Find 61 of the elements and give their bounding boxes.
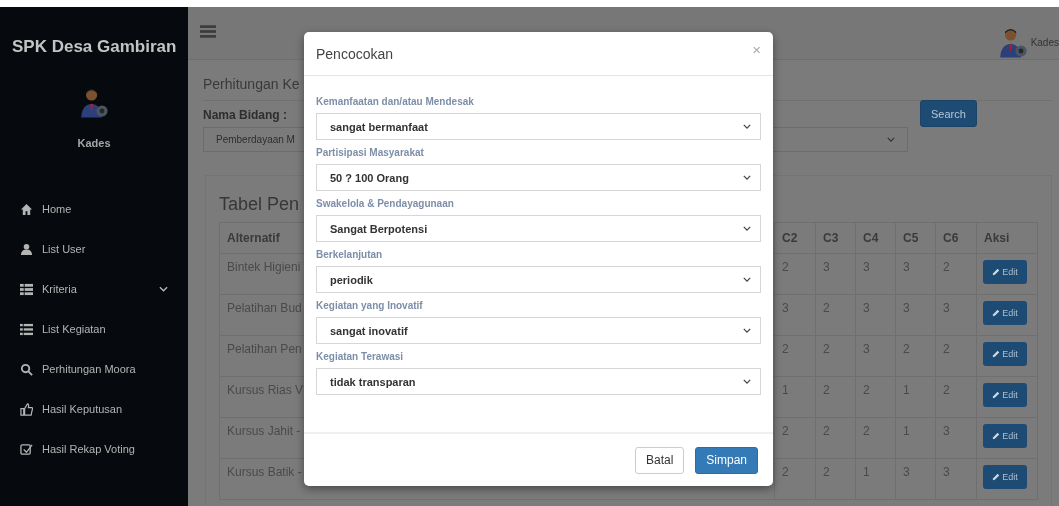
chevron-down-icon xyxy=(743,328,751,333)
user-icon xyxy=(20,242,33,256)
pencil-icon xyxy=(992,268,1001,276)
pencil-icon xyxy=(992,350,1001,358)
pencil-icon xyxy=(992,473,1001,481)
chevron-down-icon xyxy=(743,379,751,384)
edit-button[interactable]: Edit xyxy=(983,301,1027,325)
table-title: Tabel Pen xyxy=(219,194,300,215)
edit-button[interactable]: Edit xyxy=(983,465,1027,489)
modal-title: Pencocokan xyxy=(316,45,394,62)
chevron-down-icon xyxy=(159,286,168,292)
list-icon xyxy=(20,322,33,336)
nav-item[interactable]: Hasil Rekap Voting xyxy=(0,429,188,469)
chevron-down-icon xyxy=(743,277,751,282)
field-label: Partisipasi Masyarakat xyxy=(316,147,425,158)
nav-item[interactable]: List User xyxy=(0,229,188,269)
pencil-icon xyxy=(992,391,1001,399)
nav-item[interactable]: Perhitungan Moora xyxy=(0,349,188,389)
select-field[interactable]: tidak transparan xyxy=(316,368,761,395)
field-label: Swakelola & Pendayagunaan xyxy=(316,198,455,209)
edit-button[interactable]: Edit xyxy=(983,424,1027,448)
column-header: Aksi xyxy=(977,223,1038,254)
search-button[interactable]: Search xyxy=(920,100,977,127)
edit-button[interactable]: Edit xyxy=(983,342,1027,366)
pencil-icon xyxy=(992,432,1001,440)
table-icon xyxy=(20,282,33,296)
select-field[interactable]: sangat bermanfaat xyxy=(316,113,761,140)
checkbox-icon xyxy=(20,442,33,456)
chevron-down-icon xyxy=(743,124,751,129)
user-name: Kades xyxy=(77,137,111,149)
select-field[interactable]: Sangat Berpotensi xyxy=(316,215,761,242)
thumbs-up-icon xyxy=(20,402,33,416)
column-header: C2 xyxy=(775,223,816,254)
field-label: Nama Bidang : xyxy=(203,108,288,122)
chevron-down-icon xyxy=(743,175,751,180)
user-avatar-icon xyxy=(78,87,110,119)
column-header: C3 xyxy=(816,223,856,254)
edit-button[interactable]: Edit xyxy=(983,383,1027,407)
select-field[interactable]: 50 ? 100 Orang xyxy=(316,164,761,191)
home-icon xyxy=(20,202,33,216)
column-header: C5 xyxy=(896,223,936,254)
field-label: Kegiatan yang Inovatif xyxy=(316,300,424,311)
select-field[interactable]: periodik xyxy=(316,266,761,293)
column-header: C4 xyxy=(856,223,896,254)
nav-item[interactable]: Kriteria xyxy=(0,269,188,309)
search-icon xyxy=(20,362,33,376)
save-button[interactable]: Simpan xyxy=(695,446,758,474)
edit-button[interactable]: Edit xyxy=(983,260,1027,284)
cancel-button[interactable]: Batal xyxy=(634,446,685,474)
menu-icon[interactable] xyxy=(200,25,216,38)
nav-item[interactable]: Hasil Keputusan xyxy=(0,389,188,429)
field-label: Kegiatan Terawasi xyxy=(316,351,405,362)
nav-item[interactable]: Home xyxy=(0,189,188,229)
user-name: Kades xyxy=(1030,37,1059,48)
select-field[interactable]: sangat inovatif xyxy=(316,317,761,344)
pencil-icon xyxy=(992,309,1001,317)
chevron-down-icon xyxy=(887,137,895,142)
nav-item[interactable]: List Kegiatan xyxy=(0,309,188,349)
brand-title: SPK Desa Gambiran xyxy=(11,36,178,57)
chevron-down-icon xyxy=(743,226,751,231)
column-header: C6 xyxy=(936,223,977,254)
